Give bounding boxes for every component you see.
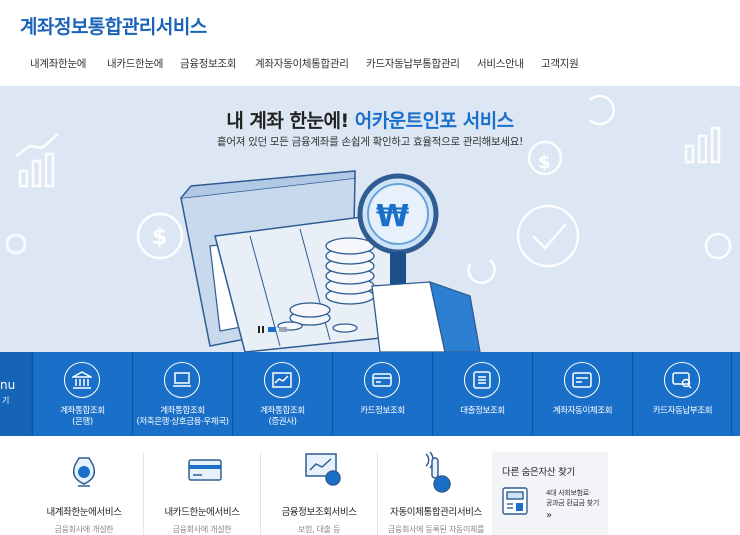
quick-menu-bank-accounts[interactable]: 계좌통합조회 (은행) <box>32 352 132 436</box>
service-desc: 금융회사에 개설한 <box>54 525 114 534</box>
service-my-accounts[interactable]: 내계좌한눈에서비스 금융회사에 개설한 <box>26 436 142 535</box>
site-header: 계좌정보통합관리서비스 내계좌한눈에 내카드한눈에 금융정보조회 계좌자동이체통… <box>0 0 740 85</box>
main-nav: 내계좌한눈에 내카드한눈에 금융정보조회 계좌자동이체통합관리 카드자동납부통합… <box>0 56 740 76</box>
nav-item-card-autopay[interactable]: 카드자동납부통합관리 <box>366 56 460 71</box>
chevron-double-right-icon[interactable]: » <box>546 510 552 521</box>
side-tab-label: nu <box>0 378 16 392</box>
quick-menu-label: 계좌통합조회 (증권사) <box>260 406 305 427</box>
money-bag-icon <box>72 457 96 487</box>
service-desc: 금융회사에 등록된 자동이체를 <box>387 525 485 534</box>
hero-title-prefix: 내 계좌 한눈에! <box>226 110 355 132</box>
hero-subtitle: 흩어져 있던 모든 금융계좌를 손쉽게 확인하고 효율적으로 관리해보세요! <box>217 136 523 148</box>
chart-monitor-icon <box>305 453 341 486</box>
hero-title: 내 계좌 한눈에! 어카운트인포 서비스 <box>0 106 740 133</box>
nav-item-auto-transfer[interactable]: 계좌자동이체통합관리 <box>255 56 349 71</box>
quick-menu-next-edge[interactable] <box>731 352 740 436</box>
quick-menu-savings-accounts[interactable]: 계좌통합조회 (저축은행·상호금융·우체국) <box>132 352 232 436</box>
hero-pager <box>258 326 287 333</box>
laptop-icon <box>164 362 200 398</box>
hero-title-accent: 어카운트인포 서비스 <box>354 110 514 132</box>
refund-search-link[interactable]: 4대 사회보험료· 공과금 환급금 찾기 <box>546 488 599 508</box>
service-name: 내계좌한눈에서비스 <box>46 507 122 518</box>
service-auto-transfer-mgmt[interactable]: 자동이체통합관리서비스 금융회사에 등록된 자동이체를 <box>378 436 494 535</box>
dollar-icon: $ <box>538 152 551 173</box>
hero-banner[interactable]: $ $ ₩ 내 계좌 한눈에! 어카운트인포 서비스 흩어져 있던 모든 금융계… <box>0 86 740 352</box>
nav-item-my-accounts[interactable]: 내계좌한눈에 <box>30 56 86 71</box>
quick-menu-bar: nu 기 계좌통합조회 (은행) 계좌통합조회 (저축은행·상호금융·우체국) … <box>0 352 740 436</box>
quick-menu-label: 계좌통합조회 (은행) <box>60 406 105 427</box>
document-icon <box>464 362 500 398</box>
transfer-icon <box>564 362 600 398</box>
service-name: 금융정보조회서비스 <box>281 507 357 518</box>
stock-chart-icon <box>264 362 300 398</box>
service-name: 내카드한눈에서비스 <box>164 507 240 518</box>
card-icon <box>364 362 400 398</box>
won-symbol-icon: ₩ <box>376 199 409 234</box>
quick-menu-loan-info[interactable]: 대출정보조회 <box>432 352 532 436</box>
quick-menu-label: 카드정보조회 <box>360 406 405 416</box>
atm-icon <box>502 487 528 515</box>
quick-menu-label: 카드자동납부조회 <box>652 406 713 416</box>
site-logo[interactable]: 계좌정보통합관리서비스 <box>20 12 207 39</box>
card-icon <box>188 459 222 481</box>
service-my-cards[interactable]: 내카드한눈에서비스 금융회사에 개설한 <box>144 436 260 535</box>
quick-menu-label: 대출정보조회 <box>460 406 505 416</box>
hand-coin-icon <box>425 451 451 493</box>
quick-menu-card-autopay[interactable]: 카드자동납부조회 <box>632 352 732 436</box>
quick-menu-label: 계좌자동이체조회 <box>552 406 613 416</box>
quick-menu-label: 계좌통합조회 (저축은행·상호금융·우체국) <box>136 406 229 427</box>
service-name: 자동이체통합관리서비스 <box>390 507 482 518</box>
service-desc: 보험, 대출 등 <box>297 525 341 534</box>
quick-menu-card-info[interactable]: 카드정보조회 <box>332 352 432 436</box>
nav-item-my-cards[interactable]: 내카드한눈에 <box>107 56 163 71</box>
nav-item-customer-support[interactable]: 고객지원 <box>541 56 579 71</box>
hidden-assets-panel[interactable]: 다른 숨은자산 찾기 4대 사회보험료· 공과금 환급금 찾기 » <box>492 452 608 535</box>
quick-menu-auto-transfer[interactable]: 계좌자동이체조회 <box>532 352 632 436</box>
quick-menu-side-tab[interactable]: nu 기 <box>0 352 31 436</box>
hidden-assets-title: 다른 숨은자산 찾기 <box>502 467 575 478</box>
nav-item-financial-info[interactable]: 금융정보조회 <box>180 56 236 71</box>
card-search-icon <box>664 362 700 398</box>
service-desc: 금융회사에 개설한 <box>172 525 232 534</box>
side-tab-sub: 기 <box>2 396 10 405</box>
nav-item-service-guide[interactable]: 서비스안내 <box>477 56 524 71</box>
bank-icon <box>64 362 100 398</box>
dollar-icon: $ <box>152 225 167 250</box>
service-financial-info[interactable]: 금융정보조회서비스 보험, 대출 등 <box>261 436 377 535</box>
quick-menu-securities-accounts[interactable]: 계좌통합조회 (증권사) <box>232 352 332 436</box>
